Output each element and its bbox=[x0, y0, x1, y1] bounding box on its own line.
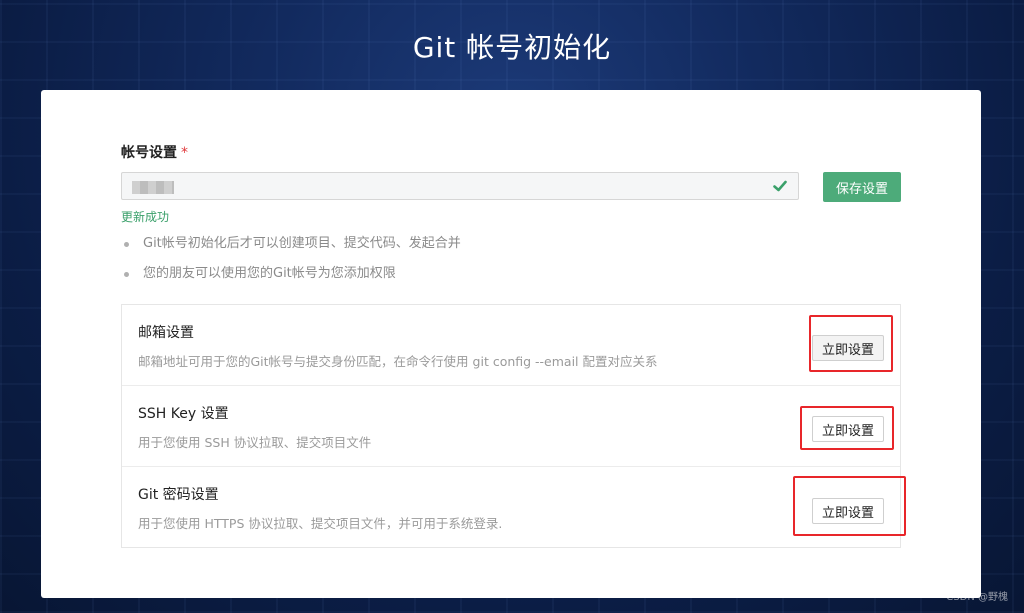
account-input[interactable] bbox=[121, 172, 799, 200]
row-title: SSH Key 设置 bbox=[138, 406, 229, 422]
account-label-text: 帐号设置 bbox=[121, 145, 177, 161]
account-settings-label: 帐号设置 * bbox=[121, 142, 188, 162]
tip-item: 您的朋友可以使用您的Git帐号为您添加权限 bbox=[121, 262, 461, 292]
watermark: CSDN @野槐 bbox=[946, 592, 1008, 603]
required-mark: * bbox=[181, 145, 188, 161]
row-description: 邮箱地址可用于您的Git帐号与提交身份匹配，在命令行使用 git config … bbox=[138, 354, 658, 369]
settings-list: 邮箱设置 邮箱地址可用于您的Git帐号与提交身份匹配，在命令行使用 git co… bbox=[121, 304, 901, 548]
tips-list: Git帐号初始化后才可以创建项目、提交代码、发起合并 您的朋友可以使用您的Git… bbox=[121, 232, 461, 292]
row-title: Git 密码设置 bbox=[138, 487, 219, 503]
git-password-settings-row: Git 密码设置 用于您使用 HTTPS 协议拉取、提交项目文件，并可用于系统登… bbox=[122, 467, 900, 548]
email-settings-row: 邮箱设置 邮箱地址可用于您的Git帐号与提交身份匹配，在命令行使用 git co… bbox=[122, 305, 900, 386]
check-icon bbox=[773, 180, 787, 192]
tip-item: Git帐号初始化后才可以创建项目、提交代码、发起合并 bbox=[121, 232, 461, 262]
email-setup-button[interactable]: 立即设置 bbox=[812, 335, 884, 361]
save-settings-button[interactable]: 保存设置 bbox=[823, 172, 901, 202]
row-title: 邮箱设置 bbox=[138, 325, 194, 341]
page-title: Git 帐号初始化 bbox=[412, 31, 612, 64]
status-message: 更新成功 bbox=[121, 210, 170, 224]
row-description: 用于您使用 HTTPS 协议拉取、提交项目文件，并可用于系统登录. bbox=[138, 516, 503, 531]
ssh-key-settings-row: SSH Key 设置 用于您使用 SSH 协议拉取、提交项目文件 立即设置 bbox=[122, 386, 900, 467]
git-password-setup-button[interactable]: 立即设置 bbox=[812, 498, 884, 524]
account-init-card: 帐号设置 * 保存设置 更新成功 Git帐号初始化后才可以创建项目、提交代码、发起… bbox=[41, 90, 981, 598]
ssh-key-setup-button[interactable]: 立即设置 bbox=[812, 416, 884, 442]
masked-account-value bbox=[132, 181, 174, 194]
row-description: 用于您使用 SSH 协议拉取、提交项目文件 bbox=[138, 435, 372, 450]
